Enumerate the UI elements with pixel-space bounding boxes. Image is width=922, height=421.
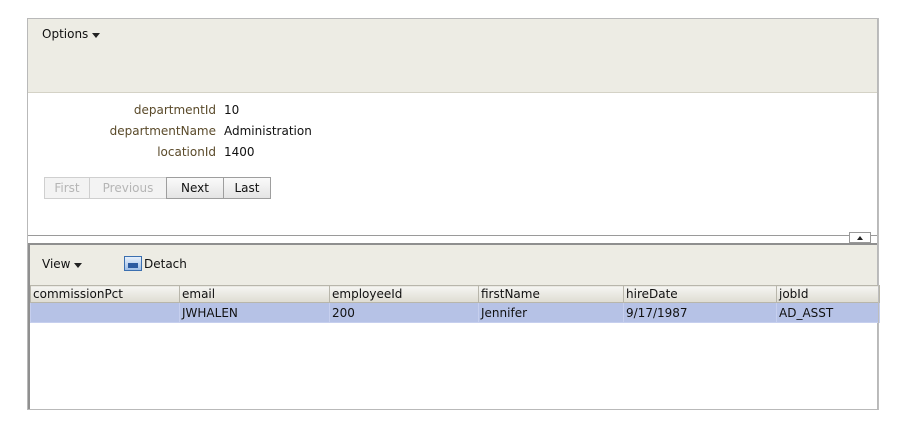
cell-hireDate: 9/17/1987	[623, 302, 777, 323]
field-value: Administration	[224, 124, 312, 138]
detach-label: Detach	[144, 256, 187, 271]
column-header-employeeId[interactable]: employeeId	[329, 285, 479, 303]
options-menu[interactable]: Options	[42, 27, 101, 41]
form-row-departmentName: departmentName Administration	[28, 122, 312, 140]
cell-jobId: AD_ASST	[776, 302, 880, 323]
table-row[interactable]: JWHALEN 200 Jennifer 9/17/1987 AD_ASST	[30, 302, 880, 323]
previous-button[interactable]: Previous	[89, 177, 167, 199]
first-button[interactable]: First	[44, 177, 90, 199]
cell-firstName: Jennifer	[478, 302, 624, 323]
record-navigation: First Previous Next Last	[44, 177, 271, 199]
column-header-commissionPct[interactable]: commissionPct	[30, 285, 180, 303]
field-label: departmentId	[133, 103, 216, 117]
field-value: 1400	[224, 145, 255, 159]
column-header-firstName[interactable]: firstName	[478, 285, 624, 303]
employees-panel: View Detach commissionPct email employee…	[28, 243, 880, 409]
last-button[interactable]: Last	[223, 177, 271, 199]
panel-splitter[interactable]	[28, 235, 877, 236]
chevron-down-icon	[74, 262, 83, 268]
view-menu[interactable]: View	[42, 257, 83, 271]
cell-commissionPct	[30, 302, 180, 323]
form-row-locationId: locationId 1400	[28, 143, 255, 161]
cell-employeeId: 200	[329, 302, 479, 323]
chevron-down-icon	[92, 32, 101, 38]
panel-frame: Options departmentId 10 departmentName A…	[27, 18, 880, 410]
detach-icon	[124, 256, 142, 271]
options-toolbar: Options	[28, 19, 877, 93]
cell-email: JWHALEN	[179, 302, 330, 323]
field-label: locationId	[157, 145, 216, 159]
column-header-jobId[interactable]: jobId	[776, 285, 880, 303]
employees-table: commissionPct email employeeId firstName…	[30, 285, 880, 323]
next-button[interactable]: Next	[166, 177, 224, 199]
view-toolbar: View Detach	[30, 245, 877, 285]
options-menu-label: Options	[42, 27, 89, 41]
table-header-row: commissionPct email employeeId firstName…	[30, 285, 880, 303]
frame-edge	[878, 18, 879, 410]
department-form: departmentId 10 departmentName Administr…	[28, 93, 877, 233]
field-label: departmentName	[109, 124, 216, 138]
collapse-handle[interactable]	[849, 232, 871, 243]
form-row-departmentId: departmentId 10	[28, 101, 239, 119]
detach-button[interactable]: Detach	[124, 256, 187, 271]
column-header-hireDate[interactable]: hireDate	[623, 285, 777, 303]
arrow-up-icon	[857, 235, 863, 240]
view-menu-label: View	[42, 257, 71, 271]
column-header-email[interactable]: email	[179, 285, 330, 303]
field-value: 10	[224, 103, 240, 117]
